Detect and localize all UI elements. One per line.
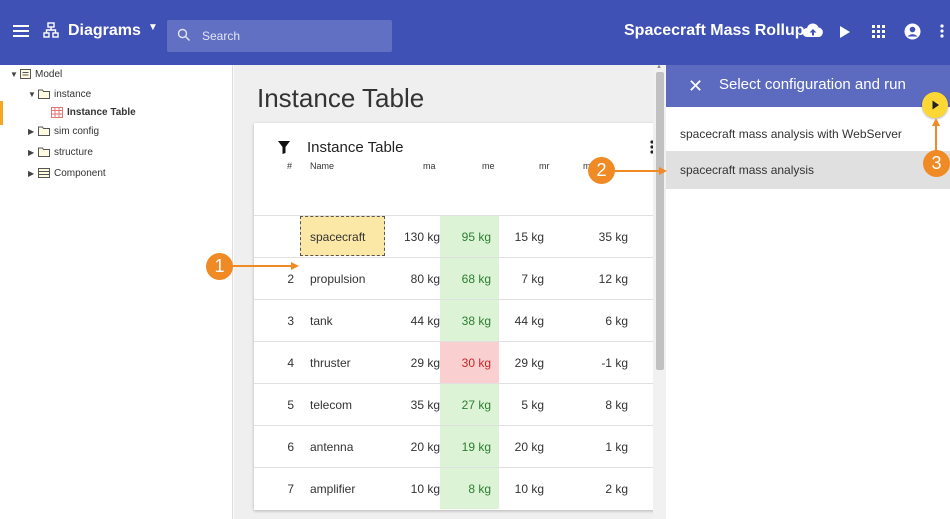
callout-arrows: [232, 118, 940, 270]
callout-badge-2: 2: [588, 157, 615, 184]
callout-arrowhead-3: [932, 118, 940, 126]
callout-arrowhead-2: [659, 167, 667, 175]
callout-badge-1: 1: [206, 253, 233, 280]
callout-badge-3: 3: [923, 150, 950, 177]
callout-arrowhead-1: [291, 262, 299, 270]
